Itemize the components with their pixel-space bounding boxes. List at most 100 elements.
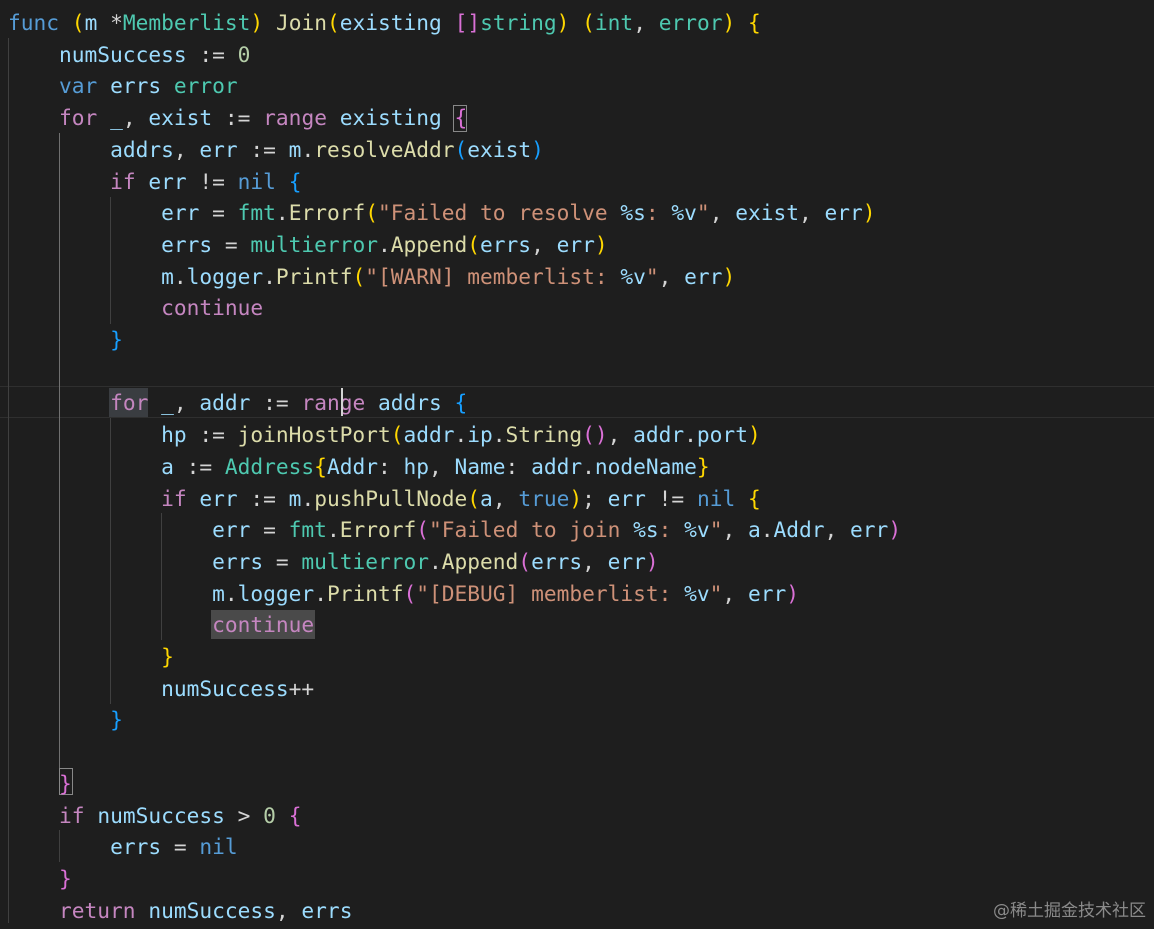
code-line[interactable]: errs = multierror.Append(errs, err) (8, 229, 608, 261)
code-token: = (250, 517, 289, 543)
code-line[interactable]: } (8, 768, 72, 800)
code-token: Errorf (288, 200, 366, 226)
code-token: "Failed to join (429, 517, 634, 543)
code-token: { (314, 453, 327, 479)
code-token: err (607, 548, 646, 574)
code-line[interactable]: } (8, 641, 174, 673)
code-token: . (684, 422, 697, 448)
code-token: err (684, 263, 723, 289)
code-line[interactable]: addrs, err := m.resolveAddr(exist) (8, 134, 544, 166)
code-token: ( (71, 10, 85, 35)
code-token: " (696, 200, 710, 226)
code-line[interactable]: if err != nil { (8, 166, 301, 198)
code-token: } (110, 327, 123, 352)
code-token: , (709, 200, 736, 226)
code-token: int (594, 10, 634, 35)
code-line[interactable]: continue (8, 609, 314, 641)
code-token: var (59, 73, 98, 99)
code-token: , (607, 422, 634, 448)
code-token: ( (454, 136, 468, 162)
code-line[interactable]: if err := m.pushPullNode(a, true); err !… (8, 483, 761, 515)
code-token: : (658, 517, 685, 543)
code-token: } (110, 707, 123, 733)
code-token: string (480, 10, 557, 35)
code-token: func (8, 10, 60, 35)
code-token: exist (148, 105, 213, 131)
code-token: m (288, 485, 302, 511)
code-line[interactable]: a := Address{Addr: hp, Name: addr.nodeNa… (8, 451, 710, 483)
code-token: ) (862, 200, 876, 226)
code-line[interactable]: for _, exist := range existing { (8, 102, 467, 134)
code-token: joinHostPort (237, 422, 391, 448)
code-token: := (212, 105, 264, 131)
code-line[interactable]: err = fmt.Errorf("Failed to resolve %s: … (8, 197, 876, 229)
code-token: ) (594, 231, 608, 257)
code-line[interactable]: m.logger.Printf("[DEBUG] memberlist: %v"… (8, 578, 799, 610)
code-token: errs (301, 897, 353, 923)
code-token: ) (747, 422, 761, 448)
code-line[interactable]: } (8, 863, 72, 895)
code-token: = (161, 834, 200, 860)
code-line[interactable]: err = fmt.Errorf("Failed to join %s: %v"… (8, 514, 901, 546)
code-token: numSuccess (97, 802, 225, 828)
code-token: . (760, 517, 774, 543)
code-token: Printf (275, 263, 353, 289)
code-token: : (377, 453, 404, 479)
code-token: errs (161, 231, 213, 257)
code-line[interactable]: for _, addr := range addrs { (8, 387, 467, 419)
code-token: { (454, 390, 468, 416)
code-token: addr (633, 422, 685, 448)
code-token: , (173, 390, 200, 416)
code-token: errs (110, 73, 162, 99)
code-line[interactable]: numSuccess := 0 (8, 39, 250, 71)
code-line[interactable]: continue (8, 292, 263, 324)
code-token: existing (339, 105, 442, 131)
code-line[interactable]: hp := joinHostPort(addr.ip.String(), add… (8, 419, 761, 451)
code-token: Append (441, 548, 519, 574)
code-token: numSuccess (148, 897, 276, 923)
code-token: numSuccess (59, 41, 187, 67)
code-token: _ (110, 105, 123, 131)
code-token: [] (454, 10, 481, 35)
code-token: ip (467, 422, 493, 448)
code-line[interactable]: errs = multierror.Append(errs, err) (8, 546, 659, 578)
code-line[interactable]: errs = nil (8, 831, 238, 863)
code-token: %s (633, 517, 659, 543)
code-token: , (531, 231, 557, 257)
code-token: continue (161, 295, 264, 321)
code-line[interactable]: m.logger.Printf("[WARN] memberlist: %v",… (8, 261, 735, 293)
code-token: true (518, 485, 570, 511)
code-line[interactable]: var errs error (8, 70, 238, 102)
code-token: 0 (237, 41, 251, 67)
code-line[interactable]: } (8, 324, 123, 356)
code-line[interactable]: return numSuccess, errs (8, 895, 352, 927)
code-line[interactable]: } (8, 704, 123, 736)
code-editor[interactable]: func (m *Memberlist) Join(existing []str… (0, 0, 1154, 929)
code-token: continue (212, 612, 315, 638)
code-line[interactable]: if numSuccess > 0 { (8, 800, 301, 832)
code-token: , (275, 897, 302, 923)
code-token: %s (620, 200, 646, 226)
code-token: ) (645, 548, 659, 574)
code-token: , (824, 517, 851, 543)
code-token: () (582, 422, 608, 448)
code-token: range (263, 105, 327, 131)
code-token: existing (339, 10, 442, 35)
code-token: { (288, 802, 302, 828)
code-token: err (747, 580, 787, 606)
code-line[interactable]: func (m *Memberlist) Join(existing []str… (8, 7, 761, 39)
code-token: : (645, 200, 672, 226)
code-token: return (59, 897, 136, 923)
code-line[interactable]: numSuccess++ (8, 673, 314, 705)
